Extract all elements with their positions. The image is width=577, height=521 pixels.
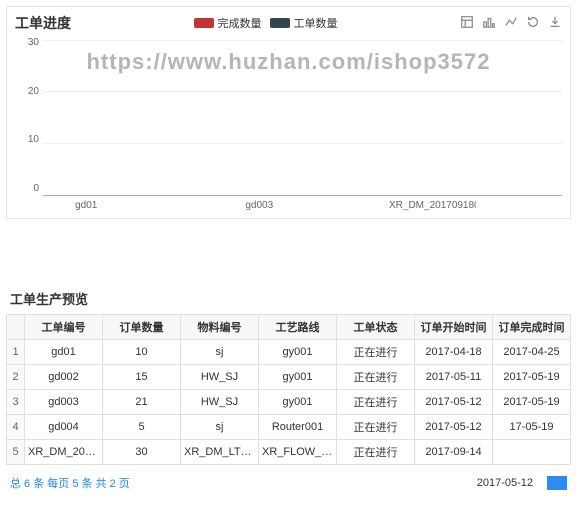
cell: 2017-05-19: [493, 390, 571, 415]
legend-item-orders[interactable]: 工单数量: [270, 15, 338, 31]
table-section-title: 工单生产预览: [0, 275, 577, 314]
table-body: 1gd0110sjgy001正在进行2017-04-182017-04-252g…: [7, 340, 571, 465]
grid-line: [43, 91, 562, 92]
cell-rownum: 1: [7, 340, 25, 365]
table-footer: 总 6 条 每页 5 条 共 2 页 2017-05-12: [0, 465, 577, 497]
cell-rownum: 3: [7, 390, 25, 415]
bar-chart-icon[interactable]: [482, 15, 496, 32]
x-tick: [130, 200, 217, 211]
table-row[interactable]: 1gd0110sjgy001正在进行2017-04-182017-04-25: [7, 340, 571, 365]
grid-line: [43, 143, 562, 144]
y-axis: 30 20 10 0: [15, 37, 39, 194]
cell: 21: [103, 390, 181, 415]
col-header[interactable]: 工单编号: [25, 315, 103, 340]
y-tick: 20: [15, 86, 39, 97]
legend-label: 完成数量: [218, 15, 262, 31]
cell: gy001: [259, 365, 337, 390]
x-axis: gd01 gd003 XR_DM_201709180001: [43, 196, 562, 211]
cell: 2017-05-11: [415, 365, 493, 390]
cell: XR_DM_2017...: [25, 440, 103, 465]
chart-panel: 工单进度 完成数量 工单数量 https://www.huzhan.com/is…: [6, 6, 571, 219]
y-tick: 30: [15, 37, 39, 48]
cell: 2017-09-14: [415, 440, 493, 465]
legend-swatch: [270, 18, 290, 28]
cell: gy001: [259, 390, 337, 415]
cell: 正在进行: [337, 365, 415, 390]
cell: [493, 440, 571, 465]
cell: XR_FLOW_S...: [259, 440, 337, 465]
cell: 正在进行: [337, 390, 415, 415]
cell: HW_SJ: [181, 365, 259, 390]
y-tick: 10: [15, 134, 39, 145]
cell: HW_SJ: [181, 390, 259, 415]
table-row[interactable]: 5XR_DM_2017...30XR_DM_LT12...XR_FLOW_S..…: [7, 440, 571, 465]
extra-date: 2017-05-12: [477, 477, 533, 489]
cell-rownum: 2: [7, 365, 25, 390]
cell: gd01: [25, 340, 103, 365]
chart-area: https://www.huzhan.com/ishop3572 3020100…: [15, 37, 562, 212]
cell: 2017-05-12: [415, 390, 493, 415]
x-tick: [476, 200, 563, 211]
table-row[interactable]: 2gd00215HW_SJgy001正在进行2017-05-112017-05-…: [7, 365, 571, 390]
cell-rownum: 5: [7, 440, 25, 465]
col-header[interactable]: 订单完成时间: [493, 315, 571, 340]
cell: 2017-04-18: [415, 340, 493, 365]
table-head: 工单编号订单数量物料编号工艺路线工单状态订单开始时间订单完成时间: [7, 315, 571, 340]
cell: 5: [103, 415, 181, 440]
orders-table: 工单编号订单数量物料编号工艺路线工单状态订单开始时间订单完成时间 1gd0110…: [6, 314, 571, 465]
chart-header: 工单进度 完成数量 工单数量: [15, 13, 562, 37]
spacer: [0, 225, 577, 275]
cell: 30: [103, 440, 181, 465]
cell: 2017-05-12: [415, 415, 493, 440]
chart-toolbox: [460, 15, 562, 32]
page-indicator[interactable]: [547, 476, 567, 490]
x-tick: gd01: [43, 200, 130, 211]
grid-line: [43, 40, 562, 41]
col-rownum: [7, 315, 25, 340]
cell: 2017-04-25: [493, 340, 571, 365]
col-header[interactable]: 物料编号: [181, 315, 259, 340]
cell: 15: [103, 365, 181, 390]
col-header[interactable]: 工单状态: [337, 315, 415, 340]
table-row[interactable]: 3gd00321HW_SJgy001正在进行2017-05-122017-05-…: [7, 390, 571, 415]
x-tick: gd003: [216, 200, 303, 211]
cell: gd002: [25, 365, 103, 390]
legend-swatch: [194, 18, 214, 28]
x-tick: [303, 200, 390, 211]
legend-item-completed[interactable]: 完成数量: [194, 15, 262, 31]
cell: 正在进行: [337, 440, 415, 465]
chart-plot: [43, 41, 562, 196]
download-icon[interactable]: [548, 15, 562, 32]
legend-label: 工单数量: [294, 15, 338, 31]
cell: gd004: [25, 415, 103, 440]
cell-rownum: 4: [7, 415, 25, 440]
x-tick: XR_DM_201709180001: [389, 200, 476, 211]
cell: 正在进行: [337, 415, 415, 440]
cell: 10: [103, 340, 181, 365]
cell: Router001: [259, 415, 337, 440]
col-header[interactable]: 订单开始时间: [415, 315, 493, 340]
cell: sj: [181, 415, 259, 440]
restore-icon[interactable]: [526, 15, 540, 32]
y-tick: 0: [15, 183, 39, 194]
pager-controls: 2017-05-12: [477, 476, 567, 490]
cell: gy001: [259, 340, 337, 365]
table-row[interactable]: 4gd0045sjRouter001正在进行2017-05-1217-05-19: [7, 415, 571, 440]
data-view-icon[interactable]: [460, 15, 474, 32]
cell: gd003: [25, 390, 103, 415]
cell: XR_DM_LT12...: [181, 440, 259, 465]
cell: sj: [181, 340, 259, 365]
cell: 2017-05-19: [493, 365, 571, 390]
line-chart-icon[interactable]: [504, 15, 518, 32]
cell: 17-05-19: [493, 415, 571, 440]
pager-summary: 总 6 条 每页 5 条 共 2 页: [10, 475, 130, 491]
col-header[interactable]: 订单数量: [103, 315, 181, 340]
cell: 正在进行: [337, 340, 415, 365]
chart-title: 工单进度: [15, 13, 71, 33]
col-header[interactable]: 工艺路线: [259, 315, 337, 340]
chart-legend: 完成数量 工单数量: [194, 15, 338, 31]
